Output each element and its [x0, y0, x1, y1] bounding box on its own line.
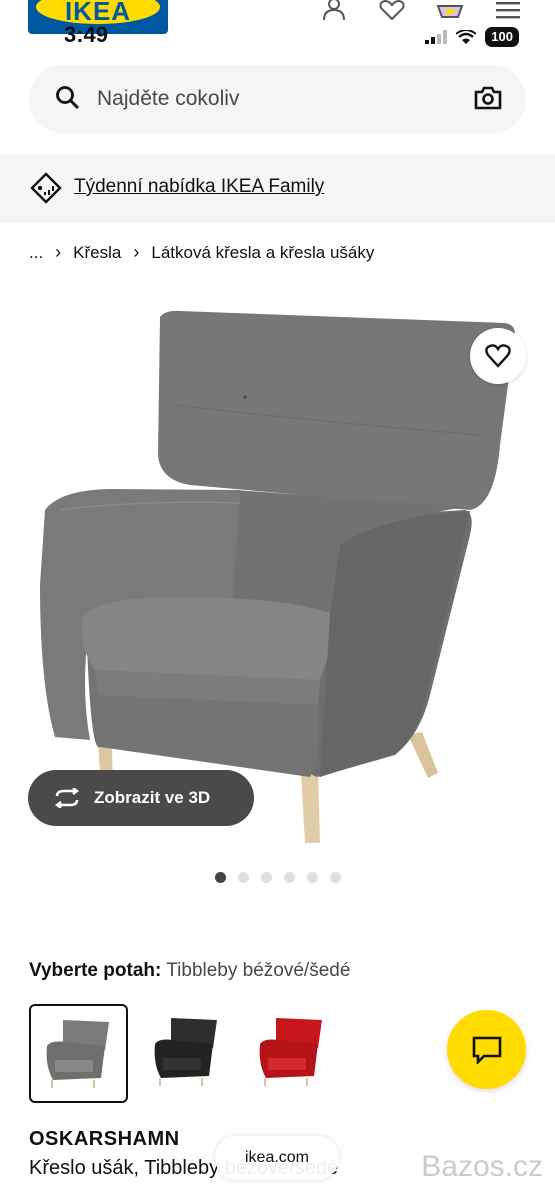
menu-icon[interactable]	[491, 0, 525, 24]
cover-selection-label: Vyberte potah: Tibbleby béžové/šedé	[29, 960, 350, 982]
chat-button[interactable]	[447, 1010, 526, 1089]
browser-url[interactable]: ikea.com	[215, 1136, 339, 1180]
family-offer-link[interactable]: Týdenní nabídka IKEA Family	[74, 176, 324, 198]
carousel-dot[interactable]	[330, 872, 341, 883]
cart-icon[interactable]	[433, 0, 467, 24]
favorite-button[interactable]	[470, 328, 526, 384]
favorites-icon[interactable]	[375, 0, 409, 24]
watermark: Bazos.cz	[421, 1150, 543, 1183]
carousel-dot[interactable]	[284, 872, 295, 883]
chevron-right-icon: ›	[55, 242, 62, 262]
signal-icon	[425, 30, 448, 44]
carousel-dot[interactable]	[238, 872, 249, 883]
breadcrumb-item-fabric-armchairs[interactable]: Látková křesla a křesla ušáky	[151, 243, 374, 263]
carousel-dot[interactable]	[215, 872, 226, 883]
cover-label: Vyberte potah:	[29, 960, 162, 981]
breadcrumb: ... › Křesla › Látková křesla a křesla u…	[29, 242, 374, 263]
view-3d-button[interactable]: Zobrazit ve 3D	[28, 770, 254, 826]
search-bar[interactable]: Najděte cokoliv	[29, 65, 526, 133]
search-icon	[56, 86, 80, 110]
status-time: 3:49	[64, 22, 109, 47]
carousel-dot[interactable]	[307, 872, 318, 883]
swatch-black[interactable]	[139, 1004, 238, 1103]
wifi-icon	[456, 29, 477, 44]
swatch-grey[interactable]	[29, 1004, 128, 1103]
heart-icon	[485, 344, 511, 368]
cover-value: Tibbleby béžové/šedé	[166, 960, 351, 981]
header-icons	[317, 0, 525, 24]
tag-icon	[30, 172, 62, 204]
header: IKEA 3:49 100	[0, 0, 555, 56]
status-icons: 100	[425, 27, 519, 47]
breadcrumb-item-kresla[interactable]: Křesla	[73, 243, 121, 263]
product-name: OSKARSHAMN	[29, 1128, 180, 1150]
view-3d-label: Zobrazit ve 3D	[94, 788, 211, 807]
rotate-3d-icon	[55, 788, 79, 808]
camera-icon[interactable]	[474, 85, 502, 111]
battery-indicator: 100	[485, 27, 519, 47]
carousel-dot[interactable]	[261, 872, 272, 883]
family-offer-banner[interactable]: Týdenní nabídka IKEA Family	[0, 155, 555, 223]
swatch-red[interactable]	[244, 1004, 343, 1103]
chat-icon	[472, 1036, 501, 1064]
search-input[interactable]: Najděte cokoliv	[97, 87, 239, 111]
chevron-right-icon: ›	[133, 242, 140, 262]
breadcrumb-ellipsis[interactable]: ...	[29, 243, 43, 263]
profile-icon[interactable]	[317, 0, 351, 24]
image-carousel-dots[interactable]	[215, 872, 341, 883]
